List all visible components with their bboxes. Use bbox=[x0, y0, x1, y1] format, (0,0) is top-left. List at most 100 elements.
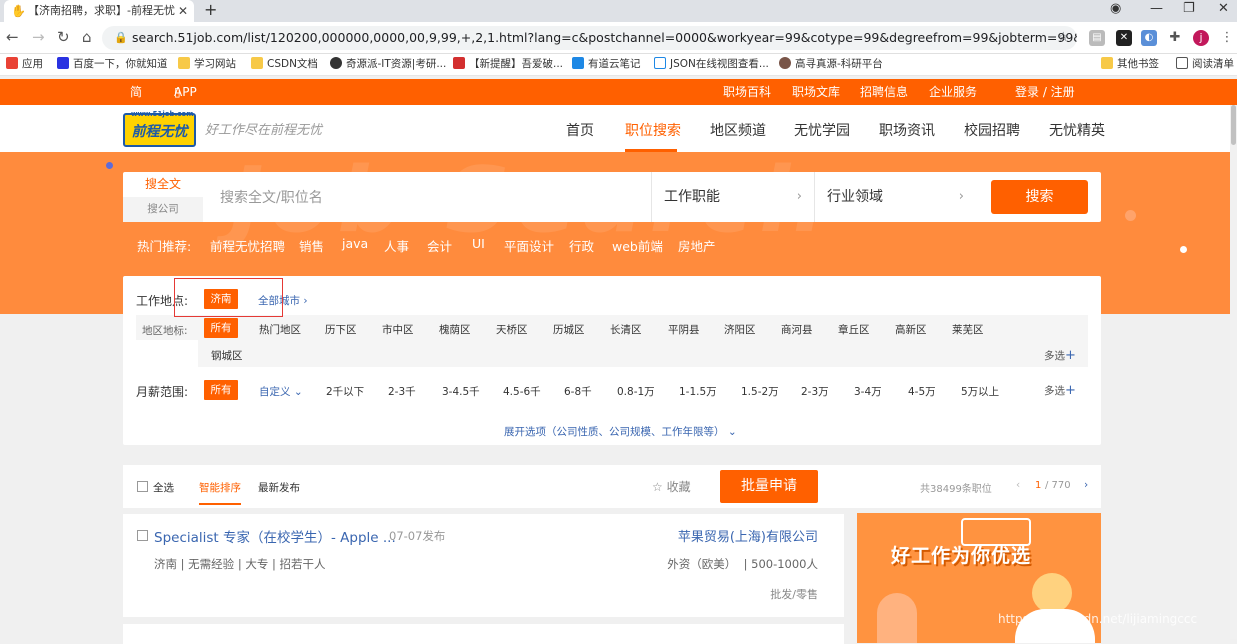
forward-icon[interactable]: → bbox=[32, 28, 45, 46]
select-all-checkbox[interactable] bbox=[137, 481, 148, 492]
company-name[interactable]: 苹果贸易(上海)有限公司 bbox=[678, 526, 818, 545]
extension-x-icon[interactable]: ✕ bbox=[1116, 30, 1132, 46]
salary-option[interactable]: 2-3万 bbox=[801, 384, 829, 399]
extensions-puzzle-icon[interactable]: ✚ bbox=[1167, 30, 1183, 46]
close-window-icon[interactable]: ✕ bbox=[1218, 0, 1229, 18]
hot-link[interactable]: java bbox=[342, 236, 368, 251]
bookmark-other[interactable]: 其他书签 bbox=[1101, 54, 1159, 75]
select-all-label[interactable]: 全选 bbox=[153, 480, 174, 495]
search-button[interactable]: 搜索 bbox=[991, 180, 1088, 214]
batch-apply-button[interactable]: 批量申请 bbox=[720, 470, 818, 503]
bookmark-apps[interactable]: 应用 bbox=[6, 54, 43, 75]
district-option[interactable]: 槐荫区 bbox=[439, 322, 471, 337]
district-option[interactable]: 长清区 bbox=[610, 322, 642, 337]
home-icon[interactable]: ⌂ bbox=[82, 28, 92, 46]
expand-options-link[interactable]: 展开选项（公司性质、公司规模、工作年限等） ⌄ bbox=[504, 424, 737, 439]
scrollbar-thumb[interactable] bbox=[1231, 105, 1236, 145]
sort-smart[interactable]: 智能排序 bbox=[199, 480, 241, 495]
login-register-link[interactable]: 登录 / 注册 bbox=[1015, 79, 1075, 105]
bookmark-52pojie[interactable]: 【新提醒】吾爱破... bbox=[453, 54, 563, 75]
district-multi-select[interactable]: 多选+ bbox=[1044, 348, 1076, 363]
hot-link[interactable]: 会计 bbox=[427, 236, 452, 255]
job-card[interactable] bbox=[123, 624, 844, 644]
district-option[interactable]: 天桥区 bbox=[496, 322, 528, 337]
lang-switch[interactable]: 简 bbox=[130, 79, 142, 105]
tab-close-icon[interactable]: ✕ bbox=[178, 0, 188, 22]
salary-option[interactable]: 3-4万 bbox=[854, 384, 882, 399]
job-card[interactable]: Specialist 专家（在校学生）- Apple ... 07-07发布 苹… bbox=[123, 514, 844, 617]
reload-icon[interactable]: ↻ bbox=[57, 28, 70, 46]
hot-link[interactable]: UI bbox=[472, 236, 485, 251]
search-input[interactable]: 搜索全文/职位名 bbox=[220, 187, 323, 207]
job-title[interactable]: Specialist 专家（在校学生）- Apple ... bbox=[154, 526, 396, 546]
salary-option[interactable]: 6-8千 bbox=[564, 384, 592, 399]
nav-home[interactable]: 首页 bbox=[566, 120, 594, 140]
reading-list[interactable]: 阅读清单 bbox=[1176, 54, 1234, 75]
district-option[interactable]: 市中区 bbox=[382, 322, 414, 337]
salary-option[interactable]: 5万以上 bbox=[961, 384, 999, 399]
district-option[interactable]: 平阴县 bbox=[668, 322, 700, 337]
new-tab-icon[interactable]: + bbox=[204, 0, 217, 20]
district-option[interactable]: 钢城区 bbox=[211, 348, 243, 363]
district-option[interactable]: 历下区 bbox=[325, 322, 357, 337]
minimize-icon[interactable]: — bbox=[1150, 0, 1163, 18]
nav-news[interactable]: 职场资讯 bbox=[879, 120, 935, 140]
hot-link[interactable]: web前端 bbox=[612, 236, 663, 255]
hot-link[interactable]: 人事 bbox=[384, 236, 409, 255]
bookmark-star-icon[interactable]: ☆ bbox=[1057, 26, 1069, 50]
bookmark-baidu[interactable]: 百度一下，你就知道 bbox=[57, 54, 168, 75]
sort-latest[interactable]: 最新发布 bbox=[258, 480, 300, 495]
industry-dropdown[interactable]: 行业领域 › bbox=[814, 172, 976, 222]
extension-icon[interactable]: ▤ bbox=[1089, 30, 1105, 46]
topbar-link-zhaopin[interactable]: 招聘信息 bbox=[860, 79, 908, 105]
back-icon[interactable]: ← bbox=[6, 28, 19, 46]
district-option[interactable]: 高新区 bbox=[895, 322, 927, 337]
salary-option[interactable]: 4.5-6千 bbox=[503, 384, 541, 399]
hot-link[interactable]: 平面设计 bbox=[504, 236, 554, 255]
nav-region[interactable]: 地区频道 bbox=[710, 120, 766, 140]
search-tab-fulltext[interactable]: 搜全文 bbox=[123, 172, 203, 197]
bookmark-youdao[interactable]: 有道云笔记 bbox=[572, 54, 641, 75]
nav-job-search[interactable]: 职位搜索 bbox=[625, 120, 681, 140]
maximize-icon[interactable]: ❐ bbox=[1183, 0, 1195, 18]
hot-link[interactable]: 前程无忧招聘 bbox=[210, 236, 285, 255]
salary-option[interactable]: 1.5-2万 bbox=[741, 384, 779, 399]
browser-tab[interactable]: ✋ 【济南招聘，求职】-前程无忧 ✕ bbox=[4, 0, 194, 22]
salary-option[interactable]: 2千以下 bbox=[326, 384, 364, 399]
district-option[interactable]: 商河县 bbox=[781, 322, 813, 337]
bookmark-folder-study[interactable]: 学习网站 bbox=[178, 54, 236, 75]
menu-icon[interactable]: ⋮ bbox=[1219, 30, 1235, 46]
tab-search-icon[interactable]: ◉ bbox=[1110, 0, 1121, 18]
bookmark-gaoxun[interactable]: 高寻真源-科研平台 bbox=[779, 54, 883, 75]
url-input[interactable]: 🔒 search.51job.com/list/120200,000000,00… bbox=[102, 26, 1077, 50]
page-scrollbar[interactable] bbox=[1230, 105, 1237, 639]
district-option[interactable]: 济阳区 bbox=[724, 322, 756, 337]
salary-multi-select[interactable]: 多选+ bbox=[1044, 383, 1076, 398]
favorite-button[interactable]: ☆ 收藏 bbox=[652, 478, 691, 495]
salary-option[interactable]: 1-1.5万 bbox=[679, 384, 717, 399]
site-logo[interactable]: www.51job.com 前程无忧 bbox=[123, 110, 196, 147]
extension-circle-icon[interactable]: ◐ bbox=[1141, 30, 1157, 46]
next-page-icon[interactable]: › bbox=[1084, 479, 1088, 491]
nav-academy[interactable]: 无忧学园 bbox=[794, 120, 850, 140]
district-option-selected[interactable]: 所有 bbox=[204, 318, 238, 338]
district-option[interactable]: 章丘区 bbox=[838, 322, 870, 337]
bookmark-folder-csdn[interactable]: CSDN文档 bbox=[251, 54, 318, 75]
hot-link[interactable]: 销售 bbox=[299, 236, 324, 255]
district-option[interactable]: 历城区 bbox=[553, 322, 585, 337]
bookmark-json[interactable]: JSON在线视图查看... bbox=[654, 54, 769, 75]
search-tab-company[interactable]: 搜公司 bbox=[123, 197, 203, 222]
salary-option[interactable]: 0.8-1万 bbox=[617, 384, 655, 399]
salary-option[interactable]: 4-5万 bbox=[908, 384, 936, 399]
hot-link[interactable]: 房地产 bbox=[678, 236, 716, 255]
topbar-link-wenku[interactable]: 职场文库 bbox=[792, 79, 840, 105]
salary-option-selected[interactable]: 所有 bbox=[204, 380, 238, 400]
nav-campus[interactable]: 校园招聘 bbox=[964, 120, 1020, 140]
profile-avatar[interactable]: j bbox=[1193, 30, 1209, 46]
topbar-link-qiye[interactable]: 企业服务 bbox=[929, 79, 977, 105]
salary-option[interactable]: 2-3千 bbox=[388, 384, 416, 399]
hot-link[interactable]: 行政 bbox=[569, 236, 594, 255]
district-option[interactable]: 莱芜区 bbox=[952, 322, 984, 337]
function-dropdown[interactable]: 工作职能 › bbox=[651, 172, 814, 222]
nav-elite[interactable]: 无忧精英 bbox=[1049, 120, 1105, 140]
